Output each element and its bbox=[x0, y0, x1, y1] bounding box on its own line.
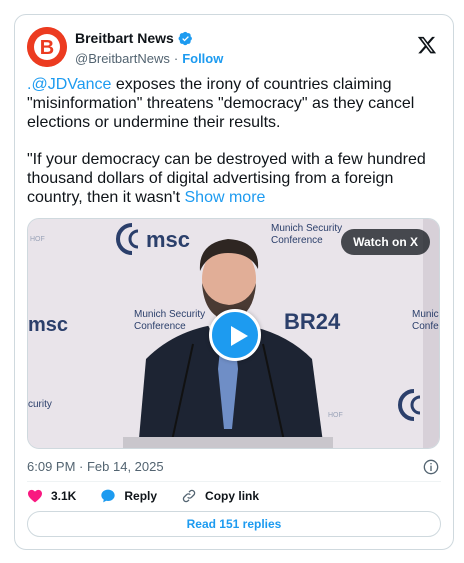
link-icon bbox=[182, 489, 196, 503]
verified-badge-icon bbox=[178, 31, 192, 45]
author-avatar[interactable]: B bbox=[27, 27, 67, 67]
svg-text:B: B bbox=[40, 37, 54, 59]
svg-text:Conference: Conference bbox=[271, 235, 323, 246]
like-button[interactable]: 3.1K bbox=[27, 488, 76, 504]
svg-text:Munich Security: Munich Security bbox=[271, 223, 342, 234]
video-player[interactable]: msc msc Munich Security Conference Munic… bbox=[27, 218, 440, 449]
show-more-link[interactable]: Show more bbox=[185, 189, 266, 206]
read-replies-button[interactable]: Read 151 replies bbox=[27, 511, 441, 537]
author-info: Breitbart News @BreitbartNews · Follow bbox=[75, 29, 223, 67]
tweet-header: B Breitbart News @BreitbartNews · Follow bbox=[27, 27, 441, 71]
reply-button[interactable]: Reply bbox=[100, 488, 157, 504]
info-icon[interactable] bbox=[423, 459, 439, 475]
copy-link-button[interactable]: Copy link bbox=[181, 488, 259, 504]
tweet-paragraph-1: .@JDVance exposes the irony of countries… bbox=[27, 75, 441, 132]
svg-text:msc: msc bbox=[146, 227, 190, 252]
timestamp[interactable]: 6:09 PM · Feb 14, 2025 bbox=[27, 459, 164, 474]
play-icon bbox=[231, 326, 248, 346]
svg-text:Conferen: Conferen bbox=[412, 321, 440, 332]
tweet-meta: 6:09 PM · Feb 14, 2025 bbox=[27, 457, 441, 477]
svg-text:HOF: HOF bbox=[328, 412, 343, 419]
heart-icon bbox=[28, 489, 42, 503]
svg-text:Munich Se: Munich Se bbox=[412, 309, 440, 320]
svg-text:Conference: Conference bbox=[134, 321, 186, 332]
mention-link[interactable]: .@JDVance bbox=[27, 76, 111, 93]
reply-bubble-icon bbox=[101, 489, 116, 503]
author-name[interactable]: Breitbart News bbox=[75, 30, 174, 46]
divider bbox=[27, 481, 441, 482]
tweet-card: B Breitbart News @BreitbartNews · Follow… bbox=[14, 14, 454, 550]
svg-text:HOF: HOF bbox=[30, 236, 45, 243]
svg-text:Munich Security: Munich Security bbox=[134, 309, 205, 320]
svg-text:curity: curity bbox=[28, 399, 52, 410]
play-button[interactable] bbox=[209, 309, 261, 361]
x-logo-icon[interactable] bbox=[417, 35, 437, 55]
copy-link-label: Copy link bbox=[205, 489, 260, 503]
reply-label: Reply bbox=[124, 489, 158, 503]
like-count: 3.1K bbox=[51, 489, 77, 503]
follow-button[interactable]: Follow bbox=[182, 51, 223, 66]
separator-dot: · bbox=[173, 50, 179, 66]
svg-text:BR24: BR24 bbox=[284, 309, 341, 334]
breitbart-logo-icon: B bbox=[27, 27, 67, 67]
author-handle[interactable]: @BreitbartNews bbox=[75, 51, 170, 66]
tweet-text: .@JDVance exposes the irony of countries… bbox=[27, 75, 441, 207]
watch-on-x-button[interactable]: Watch on X bbox=[341, 229, 430, 255]
action-bar: 3.1K Reply Copy link bbox=[27, 486, 283, 506]
tweet-paragraph-2: "If your democracy can be destroyed with… bbox=[27, 150, 441, 207]
svg-text:msc: msc bbox=[28, 314, 68, 336]
